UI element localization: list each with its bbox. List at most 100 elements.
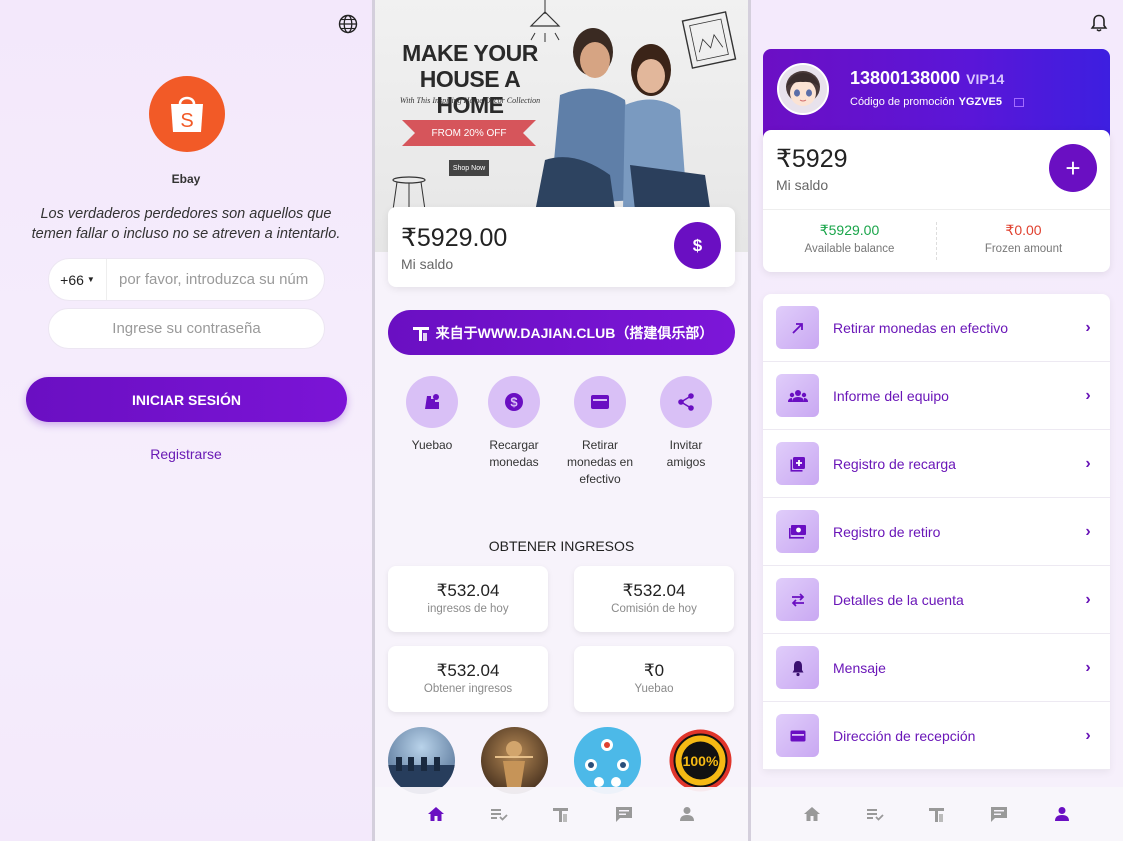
chevron-right-icon: › — [1085, 658, 1091, 676]
service-icon — [928, 808, 944, 822]
svg-text:$: $ — [510, 395, 518, 410]
menu-item-withdraw[interactable]: Retirar monedas en efectivo › — [763, 294, 1110, 362]
profile-menu: Retirar monedas en efectivo › Informe de… — [763, 294, 1110, 770]
club-link-button[interactable]: 来自于WWW.DAJIAN.CLUB（搭建俱乐部） — [388, 310, 735, 355]
language-globe-icon[interactable] — [338, 14, 358, 34]
balance-amount: ₹5929.00 — [401, 224, 508, 252]
profile-balance-card: ₹5929 Mi saldo + ₹5929.00 Available bala… — [763, 130, 1110, 272]
discount-badge: FROM 20% OFF — [402, 120, 536, 146]
frozen-amount-label: Frozen amount — [984, 243, 1063, 255]
quick-action-label: Recargar monedas — [489, 438, 539, 469]
nav-tasks[interactable] — [855, 794, 895, 834]
banner-title: MAKE YOUR HOUSE A HOME — [402, 40, 538, 118]
menu-item-label: Detalles de la cuenta — [833, 591, 964, 608]
banner-subtitle: With This Inspiring Home Decor Collectio… — [399, 96, 541, 105]
quick-action-withdraw[interactable]: Retirar monedas en efectivo — [564, 376, 636, 488]
profile-name-line: 13800138000 VIP14 — [850, 68, 1004, 89]
menu-item-label: Registro de recarga — [833, 455, 956, 472]
country-code-select[interactable]: +66 ▼ — [49, 259, 107, 300]
menu-item-recharge-record[interactable]: Registro de recarga › — [763, 430, 1110, 498]
divider — [763, 209, 1110, 210]
menu-icon-wrap — [776, 578, 819, 621]
message-icon — [616, 807, 633, 822]
shop-now-button[interactable]: Shop Now — [449, 160, 489, 176]
menu-item-messages[interactable]: Mensaje › — [763, 634, 1110, 702]
menu-icon-wrap — [776, 714, 819, 757]
svg-text:S: S — [180, 110, 193, 132]
thumb-guarantee-badge[interactable]: 100% — [667, 727, 734, 794]
home-icon — [428, 807, 445, 821]
motivational-quote: Los verdaderos perdedores son aquellos q… — [31, 206, 341, 242]
stat-label: Obtener ingresos — [423, 683, 513, 695]
chevron-right-icon: › — [1085, 386, 1091, 404]
club-link-label: 来自于WWW.DAJIAN.CLUB（搭建俱乐部） — [435, 324, 714, 341]
login-button[interactable]: INICIAR SESIÓN — [26, 377, 347, 422]
team-icon — [787, 389, 808, 402]
nav-service[interactable] — [541, 794, 581, 834]
quick-action-icon-wrap — [406, 376, 458, 428]
menu-icon-wrap — [776, 306, 819, 349]
nav-tasks[interactable] — [479, 794, 519, 834]
chevron-right-icon: › — [1085, 590, 1091, 608]
menu-item-label: Dirección de recepción — [833, 727, 976, 744]
chevron-right-icon: › — [1085, 522, 1091, 540]
thumb-justice-image[interactable] — [481, 727, 548, 794]
service-icon — [412, 326, 429, 341]
register-link[interactable]: Registrarse — [0, 446, 372, 462]
coin-icon: $ — [505, 393, 523, 411]
quick-action-recharge[interactable]: $ Recargar monedas — [478, 376, 550, 471]
nav-messages[interactable] — [979, 794, 1019, 834]
share-icon — [678, 393, 694, 411]
balance-label: Mi saldo — [401, 256, 454, 272]
nav-home[interactable] — [416, 794, 456, 834]
copy-icon[interactable] — [1013, 97, 1024, 107]
add-funds-button[interactable]: + — [1049, 144, 1097, 192]
nav-profile[interactable] — [667, 794, 707, 834]
menu-item-label: Mensaje — [833, 659, 886, 676]
nav-profile[interactable] — [1042, 794, 1082, 834]
country-code-value: +66 — [60, 271, 84, 288]
earnings-section-title: OBTENER INGRESOS — [488, 538, 635, 554]
money-icon — [788, 524, 806, 539]
nav-home[interactable] — [792, 794, 832, 834]
phone-input[interactable] — [107, 271, 324, 288]
stat-card-yuebao: ₹0 Yuebao — [574, 646, 734, 712]
menu-item-team-report[interactable]: Informe del equipo › — [763, 362, 1110, 430]
promo-label: Código de promoción — [850, 96, 955, 108]
menu-item-label: Registro de retiro — [833, 523, 941, 540]
balance-label: Mi saldo — [776, 177, 829, 193]
menu-item-account-details[interactable]: Detalles de la cuenta › — [763, 566, 1110, 634]
stat-card-total-income: ₹532.04 Obtener ingresos — [388, 646, 548, 712]
card-icon — [790, 730, 805, 741]
service-icon — [553, 808, 569, 822]
profile-phone: 13800138000 — [850, 68, 961, 88]
available-balance-label: Available balance — [804, 243, 895, 255]
password-input[interactable] — [48, 308, 325, 349]
menu-item-withdraw-record[interactable]: Registro de retiro › — [763, 498, 1110, 566]
stat-card-today-income: ₹532.04 ingresos de hoy — [388, 566, 548, 632]
quick-action-yuebao[interactable]: Yuebao — [396, 376, 468, 454]
available-balance-value: ₹5929.00 — [819, 222, 880, 238]
stat-label: Comisión de hoy — [611, 603, 697, 615]
quick-action-label: Retirar monedas en efectivo — [566, 438, 634, 486]
svg-text:100%: 100% — [683, 753, 719, 769]
nav-messages[interactable] — [604, 794, 644, 834]
brand-name: Ebay — [171, 172, 201, 186]
justice-statue-picture — [495, 741, 533, 787]
caret-down-icon: ▼ — [86, 275, 95, 284]
nav-service[interactable] — [917, 794, 957, 834]
stat-value: ₹0 — [643, 661, 665, 680]
menu-icon-wrap — [776, 646, 819, 689]
quick-action-icon-wrap — [660, 376, 712, 428]
menu-item-shipping-address[interactable]: Dirección de recepción › — [763, 702, 1110, 770]
notification-bell-icon[interactable] — [1089, 13, 1109, 33]
thumb-network-image[interactable] — [574, 727, 641, 794]
bottom-nav — [751, 787, 1123, 841]
quick-action-invite[interactable]: Invitar amigos — [650, 376, 722, 471]
network-people-picture — [585, 739, 629, 787]
quick-action-label: Yuebao — [411, 438, 453, 452]
recharge-dollar-button[interactable]: $ — [674, 222, 721, 269]
avatar[interactable] — [777, 63, 829, 115]
profile-screen: 13800138000 VIP14 Código de promoción YGZV… — [751, 0, 1123, 841]
thumb-meeting-image[interactable] — [388, 727, 455, 794]
